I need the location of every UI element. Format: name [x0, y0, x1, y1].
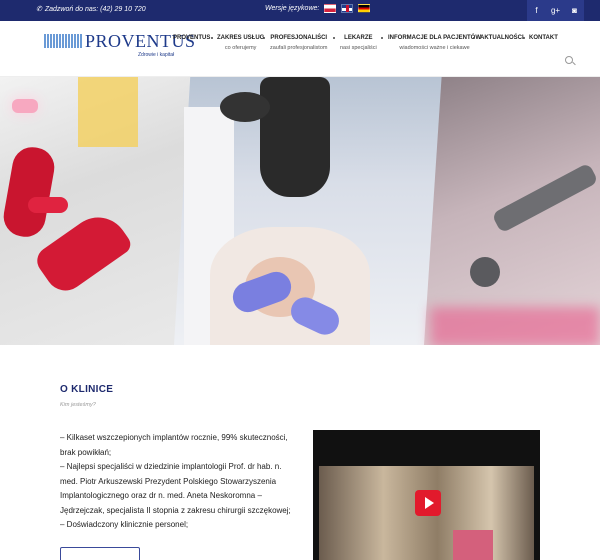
language-label: Wersje językowe:: [265, 5, 320, 12]
flag-de-icon[interactable]: [358, 4, 371, 13]
about-title: O KLINICE: [60, 384, 114, 395]
nav-item-kontakt[interactable]: KONTAKT: [529, 35, 558, 41]
phone-text: Zadzwoń do nas: (42) 29 10 720: [44, 5, 146, 13]
top-bar: ✆ Zadzwoń do nas: (42) 29 10 720 Wersje …: [0, 0, 600, 21]
about-subtitle: Kim jesteśmy?: [60, 402, 96, 408]
nav-item-proventus[interactable]: PROVENTUS: [173, 35, 210, 41]
dental-chair-icon: [0, 137, 135, 307]
nav-item-profesjonalisci[interactable]: PROFESJONALIŚCI zaufali profesjonalistom: [270, 35, 327, 51]
nav-item-informacje[interactable]: INFORMACJE DLA PACJENTÓW wiadomości ważn…: [388, 35, 481, 51]
about-text: – Kilkaset wszczepionych implantów roczn…: [60, 431, 291, 533]
play-icon[interactable]: [415, 490, 441, 516]
flag-en-icon[interactable]: [341, 4, 354, 13]
about-line: med. Piotr Arkuszewski Prezydent Polskie…: [60, 476, 277, 486]
social-links: f g+ ◙: [527, 0, 584, 21]
search-icon[interactable]: [565, 56, 573, 64]
nav-item-lekarze[interactable]: LEKARZE nasi specjaliści: [340, 35, 377, 51]
about-line: – Kilkaset wszczepionych implantów roczn…: [60, 433, 288, 442]
flag-pl-icon[interactable]: [324, 4, 337, 13]
google-plus-icon[interactable]: g+: [546, 0, 565, 21]
nav-separator: [263, 37, 265, 39]
site-header: PROVENTUS Zdrowie i kapitał PROVENTUS ZA…: [0, 21, 600, 77]
instagram-icon[interactable]: ◙: [565, 0, 584, 21]
video-player[interactable]: [313, 430, 540, 560]
about-line: Implantologicznego oraz dr n. med. Aneta…: [60, 491, 262, 500]
about-line: brak powikłań;: [60, 447, 112, 457]
nav-item-zakres-uslug[interactable]: ZAKRES USŁUG co oferujemy: [217, 35, 264, 51]
about-line: Jędrzejczak, specjalista II stopnia z za…: [60, 505, 291, 515]
about-line: – Najlepsi specjaliści w dziedzinie impl…: [60, 462, 282, 471]
logo-tagline: Zdrowie i kapitał: [138, 52, 175, 58]
about-more-button[interactable]: [60, 547, 140, 560]
dental-lamp-icon: [12, 99, 38, 113]
nav-separator: [473, 37, 475, 39]
nav-item-aktualnosci[interactable]: AKTUALNOŚCI: [480, 35, 524, 41]
nav-separator: [211, 37, 213, 39]
nav-separator: [523, 37, 525, 39]
hero-image: [0, 77, 600, 345]
nav-separator: [333, 37, 335, 39]
phone-info[interactable]: ✆ Zadzwoń do nas: (42) 29 10 720: [36, 5, 146, 14]
hero-panel-chair: [0, 77, 190, 345]
microscope-icon: [260, 77, 330, 197]
nav-separator: [381, 37, 383, 39]
logo-bars-icon: [44, 34, 82, 48]
language-switcher: Wersje językowe:: [265, 4, 371, 13]
facebook-icon[interactable]: f: [527, 0, 546, 21]
about-line: – Doświadczony klinicznie personel;: [60, 520, 189, 529]
phone-icon: ✆: [36, 6, 42, 13]
